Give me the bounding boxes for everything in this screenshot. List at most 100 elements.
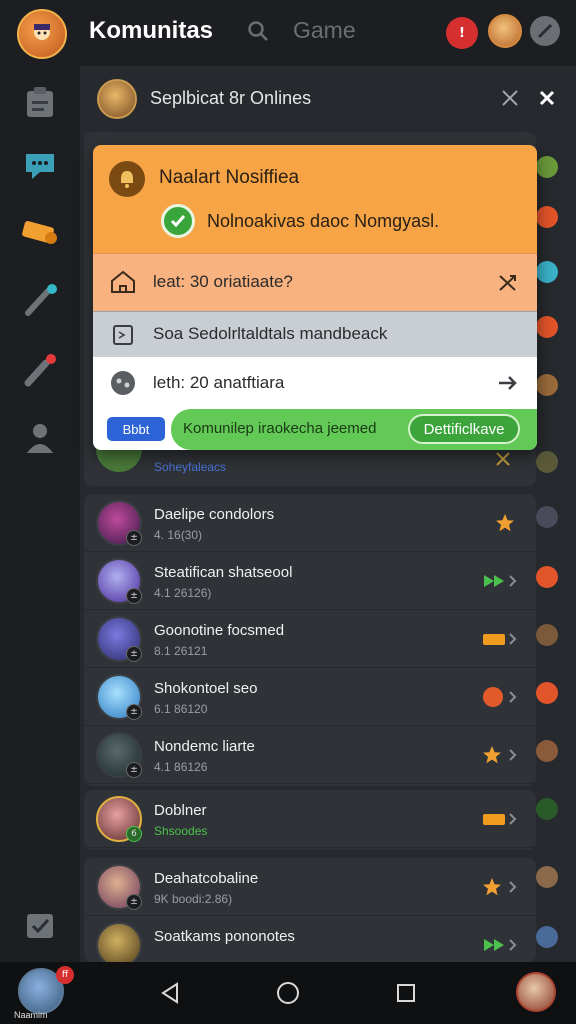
peek-icon: [536, 740, 558, 762]
home-icon[interactable]: [273, 978, 303, 1008]
popup-option-3-label: leth: 20 anatftiara: [153, 373, 285, 392]
list-item-name: Shokontoel seo: [154, 680, 258, 697]
swap-icon[interactable]: [494, 450, 512, 468]
chip-button[interactable]: Bbbt: [107, 417, 165, 441]
ticket-icon[interactable]: [482, 630, 518, 648]
bottom-avatar-label: Naamim: [14, 1010, 48, 1020]
popup-option-3[interactable]: leth: 20 anatftiara: [93, 357, 537, 409]
forward-arrows-icon[interactable]: [482, 572, 518, 590]
shuffle-icon[interactable]: [497, 272, 519, 294]
top-bar: Komunitas Game !: [0, 0, 576, 66]
dismiss-icon[interactable]: [498, 86, 522, 110]
checkbox-icon[interactable]: [20, 906, 60, 946]
list-group-1: ± Daelipe condolors 4. 16(30) ± Steatifi…: [84, 494, 536, 786]
list-item-meta: 9K boodi:2.86): [154, 892, 233, 906]
gamepad-icon: [109, 369, 137, 397]
ticket-icon[interactable]: [20, 212, 60, 252]
panel-title: Seplbicat 8r Onlines: [150, 88, 312, 108]
list-item[interactable]: ± Nondemc liarte 4.1 86126: [84, 726, 536, 784]
popup-footer: Bbbt Komunilep iraokecha jeemed Dettific…: [93, 409, 537, 450]
list-item[interactable]: 6 Doblner Shsoodes: [84, 790, 536, 848]
check-icon: [161, 204, 195, 238]
peek-icon: [536, 451, 558, 473]
bell-icon: [109, 161, 145, 197]
game-tool-icon[interactable]: [20, 280, 60, 320]
peek-icon: [536, 261, 558, 283]
forward-arrows-icon[interactable]: [482, 936, 518, 954]
bottom-avatar-badge: ff: [56, 966, 74, 984]
list-item-name: Steatifican shatseool: [154, 564, 293, 581]
list-item-meta: 6.1 86120: [154, 702, 208, 716]
arrow-right-icon[interactable]: [497, 373, 519, 393]
user-avatar[interactable]: [17, 9, 67, 59]
list-item-badge: ±: [126, 588, 142, 604]
recents-icon[interactable]: [391, 978, 421, 1008]
list-item-name: Daelipe condolors: [154, 506, 275, 523]
peek-icon: [536, 206, 558, 228]
list-item-badge: ±: [126, 894, 142, 910]
microphone-icon[interactable]: [20, 350, 60, 390]
list-item-badge: ±: [126, 646, 142, 662]
popup-option-2-label: Soa Sedolrltaldtals mandbeack: [153, 324, 388, 343]
list-item-badge: ±: [126, 530, 142, 546]
list-item-meta: 4. 16(30): [154, 528, 203, 542]
peek-icon: [536, 156, 558, 178]
list-item-meta: Shsoodes: [154, 824, 208, 838]
slash-icon: [537, 23, 553, 39]
peek-icon: [536, 374, 558, 396]
list-group-3: ± Deahatcobaline 9K boodi:2.86) Soatkams…: [84, 858, 536, 962]
peek-icon: [536, 624, 558, 646]
home-icon: [109, 268, 137, 296]
bottom-right-avatar[interactable]: [516, 972, 556, 1012]
ticket-icon[interactable]: [482, 810, 518, 828]
app-root: Komunitas Game ! Seplbicat 8r Onlines So…: [0, 0, 576, 1024]
confirm-button-label: Dettificlkave: [423, 420, 505, 438]
popup-option-1[interactable]: leat: 30 oriatiaate?: [93, 253, 537, 311]
list-item[interactable]: ± Deahatcobaline 9K boodi:2.86): [84, 858, 536, 916]
list-group-2: 6 Doblner Shsoodes: [84, 790, 536, 850]
person-icon[interactable]: [20, 418, 60, 458]
profile-icon[interactable]: [488, 14, 522, 48]
back-icon[interactable]: [155, 978, 185, 1008]
close-icon[interactable]: [535, 86, 559, 110]
list-item[interactable]: ± Daelipe condolors 4. 16(30): [84, 494, 536, 552]
left-rail: [0, 66, 80, 962]
app-title: Komunitas: [89, 17, 214, 44]
search-icon[interactable]: [247, 20, 269, 42]
star-icon[interactable]: [482, 878, 518, 896]
list-item[interactable]: Soatkams pononotes: [84, 916, 536, 962]
list-item[interactable]: ± Shokontoel seo 6.1 86120: [84, 668, 536, 726]
coin-icon[interactable]: [482, 687, 518, 707]
chat-icon[interactable]: [20, 146, 60, 186]
popup-banner: Komunilep iraokecha jeemed Dettificlkave: [171, 409, 537, 450]
peek-icon: [536, 926, 558, 948]
list-item-badge: ±: [126, 704, 142, 720]
notification-popup: Naalart Nosiffiea Nolnoakivas daoc Nomgy…: [93, 145, 537, 450]
list-item-meta: Soheyfaleacs: [154, 460, 227, 474]
list-item-name: Soatkams pononotes: [154, 928, 295, 945]
list-item-name: Nondemc liarte: [154, 738, 255, 755]
popup-option-2[interactable]: Soa Sedolrltaldtals mandbeack: [93, 311, 537, 357]
star-icon[interactable]: [482, 746, 518, 764]
confirm-button[interactable]: Dettificlkave: [408, 414, 520, 444]
notification-count: !: [459, 25, 465, 41]
settings-icon[interactable]: [530, 16, 560, 46]
list-item[interactable]: ± Goonotine focsmed 8.1 26121: [84, 610, 536, 668]
search-placeholder[interactable]: Game: [293, 17, 356, 44]
list-item-badge: 6: [126, 826, 142, 842]
notification-bell-icon[interactable]: !: [446, 17, 478, 49]
list-item-meta: 4.1 86126: [154, 760, 208, 774]
chip-button-label: Bbbt: [122, 421, 150, 437]
peek-icon: [536, 682, 558, 704]
peek-icon: [536, 866, 558, 888]
list-item-name: Doblner: [154, 802, 207, 819]
list-item-meta: 8.1 26121: [154, 644, 208, 658]
peek-icon: [536, 506, 558, 528]
list-item[interactable]: ± Steatifican shatseool 4.1 26126): [84, 552, 536, 610]
list-item-badge: ±: [126, 762, 142, 778]
popup-header: Naalart Nosiffiea Nolnoakivas daoc Nomgy…: [93, 145, 537, 253]
clipboard-icon[interactable]: [20, 82, 60, 122]
star-icon[interactable]: [492, 514, 518, 532]
peek-icon: [536, 798, 558, 820]
list-item-name: Deahatcobaline: [154, 870, 259, 887]
